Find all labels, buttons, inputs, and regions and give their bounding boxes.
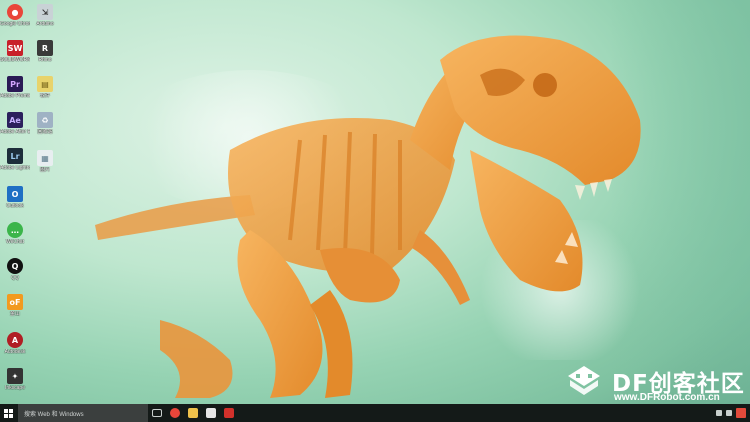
watermark-url: www.DFRobot.com.cn	[614, 392, 720, 403]
autodesk-icon: A	[7, 332, 23, 348]
notification-icon[interactable]	[736, 408, 746, 418]
desktop-icon-label: Autodesk	[4, 349, 26, 355]
outlook-icon: O	[7, 186, 23, 202]
desktop-icon-label: 软件	[39, 93, 50, 99]
dfrobot-logo-icon	[568, 366, 600, 395]
task-view-button[interactable]	[148, 404, 166, 422]
desktop-icon-chrome[interactable]: ● Google Chrome	[0, 4, 30, 27]
desktop-icon-shortcut[interactable]: ⇲ Arduino	[30, 4, 60, 27]
lightroom-icon: Lr	[7, 148, 23, 164]
desktop-icon-label: QQ	[11, 275, 19, 281]
tray-volume-icon[interactable]	[726, 410, 732, 416]
photos-icon	[206, 408, 216, 418]
taskbar-photos[interactable]	[202, 404, 220, 422]
desktop-icon-folder[interactable]: ▤ 软件	[30, 76, 60, 99]
desktop-icon-label: Google Chrome	[0, 21, 30, 27]
desktop-icon-rhino[interactable]: R Rhino	[30, 40, 60, 63]
desktop-icon-label: 回收站	[37, 129, 53, 135]
after-effects-icon: Ae	[7, 112, 23, 128]
search-placeholder: 搜索 Web 和 Windows	[24, 411, 84, 418]
desktop-icon-image[interactable]: ▦ 图片	[30, 150, 60, 173]
rhino-icon: R	[37, 40, 53, 56]
desktop-icon-wechat[interactable]: … WeChat	[0, 222, 30, 245]
desktop-icon-label: 金山	[9, 311, 20, 317]
desktop-icon-label: Arduino	[36, 21, 54, 27]
shortcut-icon: ⇲	[37, 4, 53, 20]
desktop-icon-label: Adobe After Effects	[0, 129, 30, 135]
windows-logo-icon	[3, 408, 13, 418]
desktop-icon-qq[interactable]: Q QQ	[0, 258, 30, 281]
premiere-icon: Pr	[7, 76, 23, 92]
folder-icon: ▤	[37, 76, 53, 92]
desktop-icon-lightroom[interactable]: Lr Adobe Lightroom	[0, 148, 30, 171]
desktop-icon-app[interactable]: oF 金山	[0, 294, 30, 317]
desktop-icon-recycle-bin[interactable]: ♻ 回收站	[30, 112, 60, 135]
image-icon: ▦	[37, 150, 53, 166]
chrome-icon	[170, 408, 180, 418]
app-icon: oF	[7, 294, 23, 310]
desktop-icon-inkscape[interactable]: ✦ Inkscape	[0, 368, 30, 391]
taskbar-chrome[interactable]	[166, 404, 184, 422]
taskbar-app[interactable]	[220, 404, 238, 422]
app-icon	[224, 408, 234, 418]
inkscape-icon: ✦	[7, 368, 23, 384]
start-button[interactable]	[0, 404, 16, 422]
desktop-icon-outlook[interactable]: O Outlook	[0, 186, 30, 209]
wechat-icon: …	[7, 222, 23, 238]
desktop-icon-premiere[interactable]: Pr Adobe Premiere	[0, 76, 30, 99]
wallpaper-dinosaur-skeleton	[95, 35, 641, 398]
tray-network-icon[interactable]	[716, 410, 722, 416]
folder-icon	[188, 408, 198, 418]
desktop-icon-label: Inkscape	[4, 385, 25, 391]
desktop-icon-label: Adobe Lightroom	[0, 165, 30, 171]
desktop-icon-label: WeChat	[6, 239, 24, 245]
desktop-icon-after-effects[interactable]: Ae Adobe After Effects	[0, 112, 30, 135]
desktop-icon-label: Adobe Premiere	[0, 93, 30, 99]
recycle-bin-icon: ♻	[37, 112, 53, 128]
qq-icon: Q	[7, 258, 23, 274]
taskbar-file-explorer[interactable]	[184, 404, 202, 422]
taskbar: 搜索 Web 和 Windows	[0, 404, 750, 422]
desktop-icon-label: Outlook	[6, 203, 24, 209]
desktop-icon-solidworks[interactable]: SW SOLIDWORKS	[0, 40, 30, 63]
chrome-icon: ●	[7, 4, 23, 20]
system-tray	[716, 408, 750, 418]
solidworks-icon: SW	[7, 40, 23, 56]
desktop-icon-area: ● Google Chrome SW SOLIDWORKS Pr Adobe P…	[0, 0, 70, 404]
taskbar-search-box[interactable]: 搜索 Web 和 Windows	[18, 404, 148, 422]
desktop-icon-label: SOLIDWORKS	[0, 57, 30, 63]
desktop-icon-label: 图片	[39, 167, 50, 173]
desktop-icon-autodesk[interactable]: A Autodesk	[0, 332, 30, 355]
task-view-icon	[152, 409, 162, 417]
dfrobot-watermark: DF创客社区 www.DFRobot.com.cn	[562, 360, 748, 404]
desktop-icon-label: Rhino	[38, 57, 52, 63]
